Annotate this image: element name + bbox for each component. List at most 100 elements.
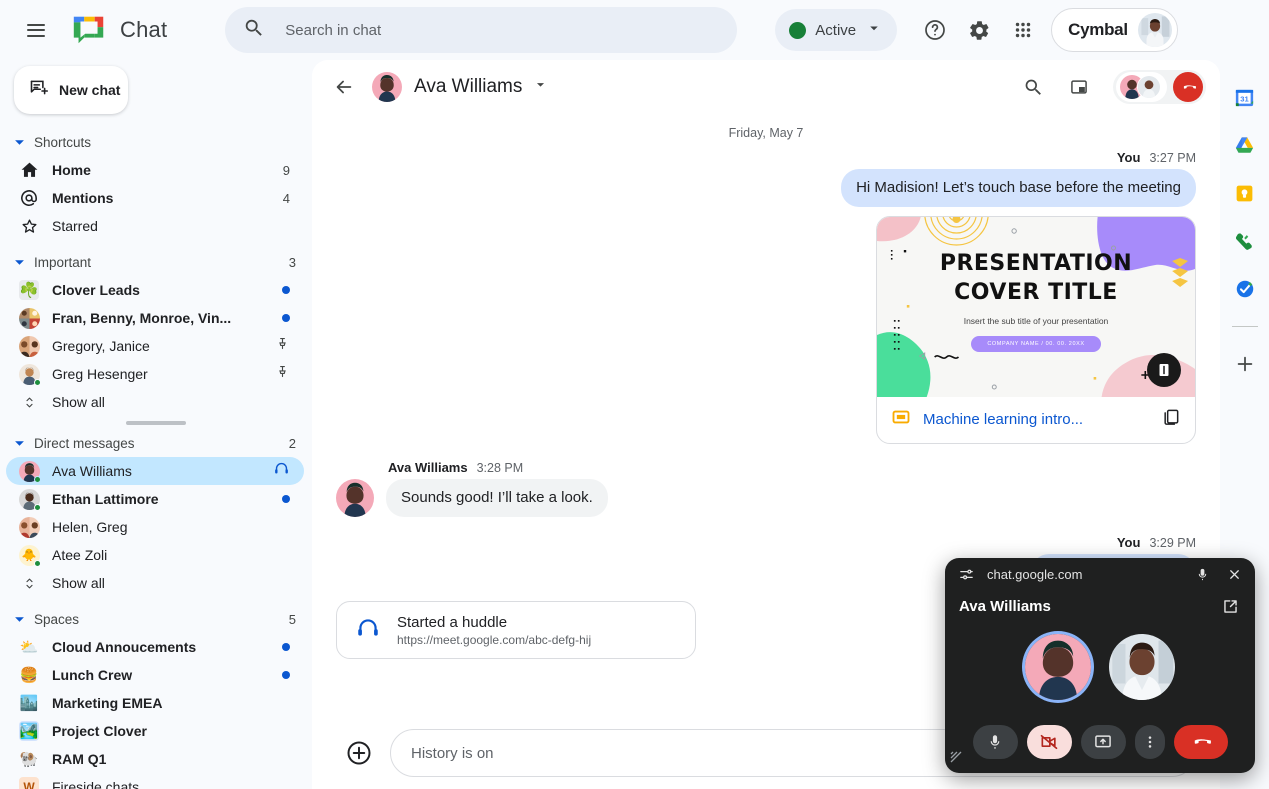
expand-icon: [16, 576, 42, 591]
sidebar-item-marketing-emea[interactable]: 🏙️ Marketing EMEA: [6, 689, 304, 717]
section-header-direct-messages[interactable]: Direct messages 2: [0, 429, 312, 457]
search-input[interactable]: [285, 21, 720, 39]
add-app-icon[interactable]: [1228, 347, 1262, 381]
gear-icon[interactable]: [957, 8, 1001, 52]
show-all-label: Show all: [52, 394, 105, 410]
google-tasks-icon[interactable]: [1228, 272, 1262, 306]
section-title: Direct messages: [34, 435, 135, 451]
add-attachment-icon[interactable]: [344, 738, 374, 768]
status-badge[interactable]: Active: [775, 9, 898, 51]
sidebar-item-greg-hesenger[interactable]: Greg Hesenger: [6, 360, 304, 388]
sidebar-item-label: Gregory, Janice: [52, 338, 150, 354]
message-bubble[interactable]: Hi Madision! Let’s touch base before the…: [841, 169, 1196, 207]
microphone-icon[interactable]: [1191, 563, 1213, 585]
sidebar-item-ram-q1[interactable]: 🐏 RAM Q1: [6, 745, 304, 773]
chevron-down-icon[interactable]: [532, 76, 549, 98]
slides-preview-card[interactable]: PRESENTATION COVER TITLE Insert the sub …: [876, 215, 1196, 444]
tune-icon[interactable]: [955, 563, 977, 585]
open-in-new-icon[interactable]: [1219, 595, 1241, 617]
sidebar-item-starred[interactable]: Starred: [6, 212, 304, 240]
cloud-emoji-icon: ⛅: [19, 638, 39, 656]
close-icon[interactable]: [1223, 563, 1245, 585]
page-title: Chat: [120, 17, 168, 42]
google-calendar-icon[interactable]: 31: [1228, 80, 1262, 114]
help-circle-icon[interactable]: [913, 8, 957, 52]
avatar[interactable]: [336, 478, 374, 517]
new-chat-icon: [28, 77, 49, 103]
show-all-dms-button[interactable]: Show all: [6, 569, 304, 597]
sidebar-item-cloud-annoucements[interactable]: ⛅ Cloud Annoucements: [6, 633, 304, 661]
section-header-important[interactable]: Important 3: [0, 248, 312, 276]
unread-dot: [282, 286, 290, 294]
sidebar-item-helen-greg[interactable]: Helen, Greg: [6, 513, 304, 541]
scroll-indicator[interactable]: [126, 421, 186, 425]
apps-grid-icon[interactable]: [1001, 8, 1045, 52]
copy-link-icon[interactable]: [1161, 407, 1181, 432]
at-mention-icon: [16, 188, 42, 208]
camera-button[interactable]: [1026, 725, 1072, 759]
message-meta: Ava Williams 3:28 PM: [388, 460, 1196, 475]
sidebar-scroll-area[interactable]: Shortcuts Home 9 Mentions 4 Starred Impo…: [0, 128, 312, 789]
message-attachment-card: PRESENTATION COVER TITLE Insert the sub …: [336, 211, 1196, 444]
picture-in-picture-call-window[interactable]: chat.google.com Ava Williams: [945, 558, 1255, 773]
sidebar-item-mentions[interactable]: Mentions 4: [6, 184, 304, 212]
google-voice-icon[interactable]: [1228, 224, 1262, 258]
attachment-footer: Machine learning intro...: [877, 397, 1195, 443]
rail-divider: [1231, 326, 1258, 327]
picture-in-picture-icon[interactable]: [1057, 65, 1101, 109]
microphone-button[interactable]: [972, 725, 1018, 759]
sidebar-item-gregory-janice[interactable]: Gregory, Janice: [6, 332, 304, 360]
pin-icon: [275, 336, 290, 356]
active-call-chip[interactable]: [1113, 70, 1206, 104]
call-participants-avatars: [1116, 72, 1167, 102]
section-count: 2: [288, 435, 296, 451]
huddle-url[interactable]: https://meet.google.com/abc-defg-hij: [397, 633, 591, 647]
conversation-avatar[interactable]: [372, 72, 402, 102]
headphones-icon: [273, 460, 290, 482]
sidebar-item-fran-group[interactable]: Fran, Benny, Monroe, Vin...: [6, 304, 304, 332]
sidebar-item-project-clover[interactable]: 🏞️ Project Clover: [6, 717, 304, 745]
resize-handle-icon[interactable]: [949, 750, 963, 769]
hamburger-menu-icon[interactable]: [12, 6, 60, 54]
account-chip[interactable]: Cymbal: [1051, 8, 1178, 52]
slide-title-block: PRESENTATION COVER TITLE Insert the sub …: [877, 249, 1195, 352]
new-chat-button[interactable]: New chat: [14, 66, 128, 114]
sidebar-item-clover-leads[interactable]: ☘️ Clover Leads: [6, 276, 304, 304]
participant-tile[interactable]: [1109, 633, 1175, 700]
search-icon[interactable]: [1011, 65, 1055, 109]
google-keep-icon[interactable]: [1228, 176, 1262, 210]
sidebar-item-label: Project Clover: [52, 723, 147, 739]
presence-indicator: [33, 559, 41, 567]
pip-title-bar: chat.google.com: [945, 558, 1255, 590]
more-options-button[interactable]: [1134, 725, 1165, 759]
present-screen-button[interactable]: [1080, 725, 1126, 759]
google-drive-icon[interactable]: [1228, 128, 1262, 162]
sidebar-item-ethan-lattimore[interactable]: Ethan Lattimore: [6, 485, 304, 513]
avatar[interactable]: [1137, 13, 1172, 47]
sidebar-item-fireside-chats[interactable]: W Fireside chats: [6, 773, 304, 789]
conversation-actions: [1011, 65, 1206, 109]
section-count: 5: [288, 611, 296, 627]
message-bubble[interactable]: Sounds good! I’ll take a look.: [386, 479, 608, 517]
show-all-important-button[interactable]: Show all: [6, 388, 304, 416]
group-avatar: [16, 516, 42, 538]
sidebar-item-ava-williams[interactable]: Ava Williams: [6, 457, 304, 485]
google-slides-icon: [891, 407, 911, 432]
unread-dot: [282, 671, 290, 679]
huddle-card[interactable]: Started a huddle https://meet.google.com…: [336, 601, 696, 659]
sidebar-item-home[interactable]: Home 9: [6, 156, 304, 184]
participant-tile[interactable]: [1025, 633, 1091, 700]
sidebar-item-atee-zoli[interactable]: 🐥 Atee Zoli: [6, 541, 304, 569]
search-bar[interactable]: [225, 7, 738, 53]
section-count: 3: [288, 254, 296, 270]
back-arrow-icon[interactable]: [322, 65, 366, 109]
end-call-icon[interactable]: [1173, 72, 1203, 102]
pin-icon: [275, 364, 290, 384]
attachment-file-name[interactable]: Machine learning intro...: [923, 411, 1149, 428]
sidebar-item-lunch-crew[interactable]: 🍔 Lunch Crew: [6, 661, 304, 689]
unread-dot: [282, 314, 290, 322]
end-call-button[interactable]: [1173, 725, 1228, 759]
section-header-spaces[interactable]: Spaces 5: [0, 605, 312, 633]
section-header-shortcuts[interactable]: Shortcuts: [0, 128, 312, 156]
caret-down-icon: [10, 257, 28, 268]
